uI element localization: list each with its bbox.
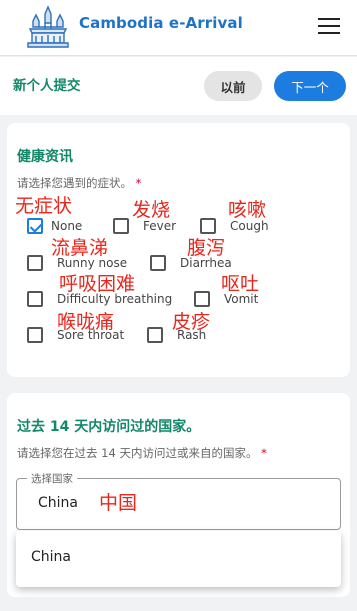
annotation-fever: 发烧 (132, 199, 171, 221)
annotation-diarrhea: 腹泻 (187, 237, 226, 259)
checkbox[interactable] (200, 218, 216, 234)
annotation-rash: 皮疹 (172, 311, 211, 333)
annotation-vomit: 呕吐 (221, 273, 260, 295)
checkbox[interactable] (27, 327, 43, 343)
hamburger-menu-icon[interactable] (316, 15, 342, 37)
country-field-label: 选择国家 (27, 471, 77, 486)
annotation-runny-nose: 流鼻涕 (51, 237, 109, 259)
checkbox[interactable] (194, 291, 210, 307)
symptoms-hint: 请选择您遇到的症状。 * (17, 176, 142, 190)
annotation-difficulty-breathing: 呼吸困难 (59, 273, 136, 295)
selected-country-value: China (38, 495, 78, 511)
checkbox[interactable] (113, 218, 129, 234)
annotation-none: 无症状 (15, 195, 73, 217)
countries-section-title: 过去 14 天内访问过的国家。 (17, 419, 201, 435)
checkbox-checked[interactable] (27, 218, 43, 234)
health-section-title: 健康资讯 (17, 149, 73, 165)
dropdown-option-china[interactable]: China (31, 549, 71, 565)
page-title: 新个人提交 (13, 78, 81, 94)
previous-button[interactable]: 以前 (204, 71, 262, 101)
country-dropdown-menu: China (16, 531, 341, 587)
next-button[interactable]: 下一个 (274, 71, 346, 101)
top-bar: Cambodia e-Arrival (0, 0, 357, 56)
required-mark: * (135, 176, 142, 190)
checkbox[interactable] (147, 327, 163, 343)
checkbox[interactable] (150, 255, 166, 271)
annotation-china: 中国 (99, 492, 138, 514)
angkor-wat-logo (27, 5, 69, 48)
checkbox[interactable] (27, 291, 43, 307)
annotation-cough: 咳嗽 (228, 199, 267, 221)
required-mark: * (261, 446, 267, 460)
submission-nav-bar: 新个人提交 以前 下一个 (0, 57, 357, 115)
visited-countries-card: 过去 14 天内访问过的国家。 请选择您在过去 14 天内访问过或来自的国家。 … (7, 393, 350, 597)
app-title: Cambodia e-Arrival (79, 14, 243, 32)
checkbox[interactable] (27, 255, 43, 271)
countries-hint: 请选择您在过去 14 天内访问过或来自的国家。 * (17, 446, 267, 460)
country-select-field[interactable]: 选择国家 China (16, 471, 341, 530)
annotation-sore-throat: 喉咙痛 (57, 311, 115, 333)
health-info-card: 健康资讯 请选择您遇到的症状。 * None Fever Cough Runny… (7, 123, 350, 377)
